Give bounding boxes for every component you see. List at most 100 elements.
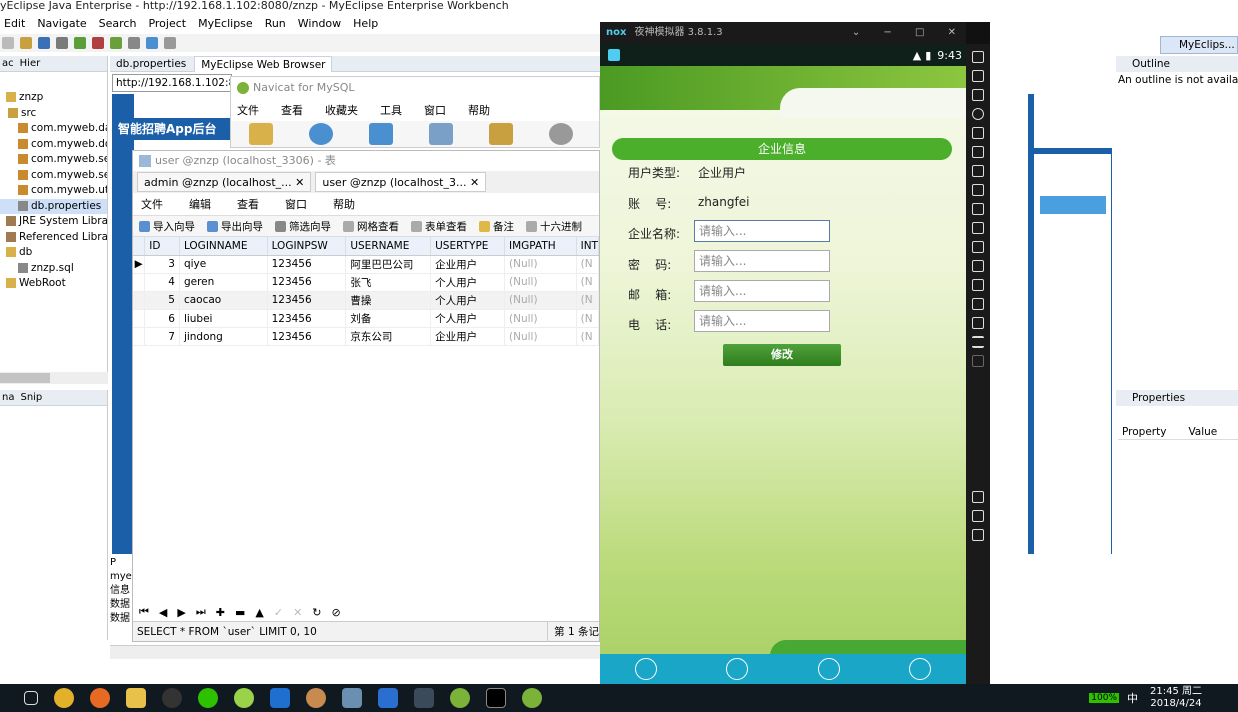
apply-button[interactable]: ✓	[274, 606, 283, 619]
location-icon[interactable]	[972, 108, 984, 120]
cell[interactable]: 企业用户	[430, 327, 506, 347]
cell[interactable]: 张飞	[345, 273, 432, 292]
expand-icon[interactable]	[972, 317, 984, 329]
wechat-icon[interactable]	[198, 688, 218, 708]
volume-down-icon[interactable]	[972, 184, 984, 196]
table-menu-view[interactable]: 查看	[237, 196, 259, 212]
table-row[interactable]: 7 jindong 123456 京东公司 企业用户 (Null) (N	[133, 327, 600, 347]
last-record-button[interactable]: ⏭	[196, 605, 206, 619]
menu-edit[interactable]: Edit	[4, 17, 25, 30]
col-loginpsw[interactable]: LOGINPSW	[267, 237, 347, 256]
navicat-menu-favorites[interactable]: 收藏夹	[325, 102, 358, 118]
table-row[interactable]: ▶ 3 qiye 123456 阿里巴巴公司 企业用户 (Null) (N	[133, 255, 600, 274]
window-controls[interactable]: ⌄ − □ ✕	[852, 22, 966, 44]
table-menu-help[interactable]: 帮助	[333, 196, 355, 212]
filter-wizard-button[interactable]: 筛选向导	[275, 219, 331, 234]
recent-icon[interactable]	[972, 529, 984, 541]
cell[interactable]: 3	[144, 255, 180, 274]
cell[interactable]: 阿里巴巴公司	[345, 255, 432, 274]
cell[interactable]: (N	[576, 309, 600, 329]
broadcast-icon[interactable]	[726, 658, 749, 680]
tree-item-selected[interactable]: db.properties	[0, 198, 107, 214]
phone-icon[interactable]	[972, 51, 984, 63]
cell[interactable]: 曹操	[345, 291, 432, 311]
tree-item[interactable]: WebRoot	[0, 276, 107, 292]
explorer-icon[interactable]	[126, 688, 146, 708]
menu-icon[interactable]	[972, 336, 984, 348]
cell[interactable]: (Null)	[504, 255, 577, 274]
firefox-icon[interactable]	[90, 688, 110, 708]
cell[interactable]: caocao	[179, 291, 268, 311]
table-menu-edit[interactable]: 编辑	[189, 196, 211, 212]
col-username[interactable]: USERNAME	[345, 237, 432, 256]
horizontal-scrollbar[interactable]	[0, 372, 108, 384]
navicat-menu-help[interactable]: 帮助	[468, 102, 490, 118]
cell[interactable]: 企业用户	[430, 255, 506, 274]
table-menu-file[interactable]: 文件	[141, 196, 163, 212]
event-icon[interactable]	[549, 123, 573, 145]
table-menu-window[interactable]: 窗口	[285, 196, 307, 212]
menu-run[interactable]: Run	[265, 17, 286, 30]
run-icon[interactable]	[74, 37, 86, 49]
company-name-input[interactable]: 请输入...	[694, 220, 830, 242]
tree-item[interactable]: JRE System Library	[0, 214, 107, 230]
tree-item[interactable]: com.myweb.da	[0, 121, 107, 137]
cell[interactable]: 123456	[267, 255, 347, 274]
password-input[interactable]: 请输入...	[694, 250, 830, 272]
remote-icon[interactable]	[342, 688, 362, 708]
clock[interactable]: 21:45 周二 2018/4/24	[1146, 686, 1206, 710]
app-icon[interactable]	[234, 688, 254, 708]
user-icon[interactable]	[634, 658, 657, 680]
phone-input[interactable]: 请输入...	[694, 310, 830, 332]
scissors-icon[interactable]	[972, 89, 984, 101]
scroll-thumb[interactable]	[0, 373, 50, 383]
export-wizard-button[interactable]: 导出向导	[207, 219, 263, 234]
chrome-icon[interactable]	[54, 688, 74, 708]
user-icon[interactable]	[309, 123, 333, 145]
grid-view-button[interactable]: 网格查看	[343, 219, 399, 234]
volume-up-icon[interactable]	[972, 165, 984, 177]
fullscreen-icon[interactable]	[972, 146, 984, 158]
tree-item[interactable]: znzp.sql	[0, 261, 107, 277]
tree-item[interactable]: znzp	[0, 90, 107, 106]
tree-item[interactable]: com.myweb.ser	[0, 168, 107, 184]
tree-item[interactable]: src	[0, 106, 107, 122]
navicat-menu-tools[interactable]: 工具	[380, 102, 402, 118]
avatar-icon[interactable]	[306, 688, 326, 708]
cell[interactable]: 个人用户	[430, 273, 506, 292]
menu-window[interactable]: Window	[298, 17, 341, 30]
outline-tab[interactable]: Outline	[1116, 56, 1238, 72]
green-app-icon[interactable]	[450, 688, 470, 708]
task-view-icon[interactable]	[24, 691, 38, 705]
function-icon[interactable]	[489, 123, 513, 145]
terminal-icon[interactable]	[486, 688, 506, 708]
cell[interactable]: 刘备	[345, 309, 432, 329]
add-record-button[interactable]: ✚	[216, 606, 225, 619]
navicat-menu-window[interactable]: 窗口	[424, 102, 446, 118]
tree-item[interactable]: db	[0, 245, 107, 261]
package-icon[interactable]	[20, 37, 32, 49]
connection-icon[interactable]	[249, 123, 273, 145]
apk-icon[interactable]	[972, 203, 984, 215]
cursor-icon[interactable]	[817, 658, 840, 680]
cancel-button[interactable]: ✕	[293, 606, 302, 619]
submit-button[interactable]: 修改	[723, 344, 841, 366]
new-icon[interactable]	[2, 37, 14, 49]
tab-admin[interactable]: admin @znzp (localhost_... ✕	[137, 172, 312, 192]
col-id[interactable]: ID	[144, 237, 180, 256]
multi-icon[interactable]	[972, 241, 984, 253]
table-row[interactable]: 5 caocao 123456 曹操 个人用户 (Null) (N	[133, 291, 600, 311]
play-icon[interactable]	[110, 37, 122, 49]
col-imgpath[interactable]: IMGPATH	[504, 237, 577, 256]
record-icon[interactable]	[972, 260, 984, 272]
next-record-button[interactable]: ▶	[177, 606, 185, 619]
stop-icon[interactable]: ⊘	[332, 606, 341, 619]
qq-icon[interactable]	[162, 688, 182, 708]
tab-user[interactable]: user @znzp (localhost_3... ✕	[315, 172, 487, 192]
cell[interactable]: jindong	[179, 327, 268, 347]
tab-web-browser[interactable]: MyEclipse Web Browser	[194, 55, 333, 72]
table-row[interactable]: 4 geren 123456 张飞 个人用户 (Null) (N	[133, 273, 600, 292]
debug-icon[interactable]	[92, 37, 104, 49]
navicat-menu-view[interactable]: 查看	[281, 102, 303, 118]
menu-navigate[interactable]: Navigate	[37, 17, 86, 30]
